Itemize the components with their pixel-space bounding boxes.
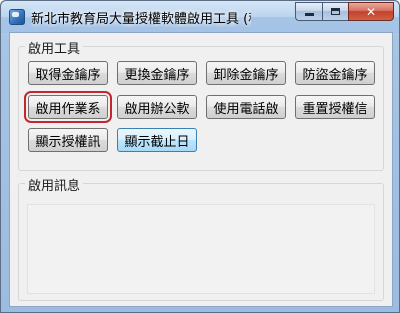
- minimize-icon: [304, 13, 314, 16]
- message-output-area[interactable]: [27, 204, 375, 294]
- uninstall-product-key-button[interactable]: 卸除金鑰序: [206, 61, 286, 85]
- get-product-key-button[interactable]: 取得金鑰序: [28, 61, 108, 85]
- phone-activation-button[interactable]: 使用電話啟: [206, 95, 286, 119]
- close-button[interactable]: ✕: [348, 2, 394, 21]
- title-bar[interactable]: 新北市教育局大量授權軟體啟用工具 (程... ✕: [1, 1, 399, 33]
- minimize-button[interactable]: [295, 2, 322, 21]
- antitheft-product-key-button[interactable]: 防盜金鑰序: [295, 61, 375, 85]
- tools-group-label: 啟用工具: [25, 38, 84, 57]
- show-expiration-date-button[interactable]: 顯示截止日: [117, 128, 197, 152]
- app-window: 新北市教育局大量授權軟體啟用工具 (程... ✕ 啟用工具 取得金鑰序 更換金鑰…: [0, 0, 400, 313]
- message-group: 啟用訊息: [18, 175, 384, 301]
- maximize-button[interactable]: [322, 2, 348, 21]
- app-icon[interactable]: [9, 9, 25, 25]
- show-license-info-button[interactable]: 顯示授權訊: [28, 128, 108, 152]
- tools-group: 啟用工具 取得金鑰序 更換金鑰序 卸除金鑰序 防盜金鑰序 啟用作業系 啟用辦公軟…: [18, 38, 384, 171]
- reset-license-button[interactable]: 重置授權信: [295, 95, 375, 119]
- activate-office-button[interactable]: 啟用辦公軟: [117, 95, 197, 119]
- caption-buttons: ✕: [295, 2, 394, 22]
- maximize-icon: [331, 8, 340, 15]
- activate-os-button[interactable]: 啟用作業系: [24, 91, 112, 123]
- change-product-key-button[interactable]: 更換金鑰序: [117, 61, 197, 85]
- window-title: 新北市教育局大量授權軟體啟用工具 (程...: [31, 12, 251, 27]
- message-group-label: 啟用訊息: [25, 175, 84, 194]
- close-icon: ✕: [365, 4, 377, 19]
- client-area: 啟用工具 取得金鑰序 更換金鑰序 卸除金鑰序 防盜金鑰序 啟用作業系 啟用辦公軟…: [9, 32, 393, 307]
